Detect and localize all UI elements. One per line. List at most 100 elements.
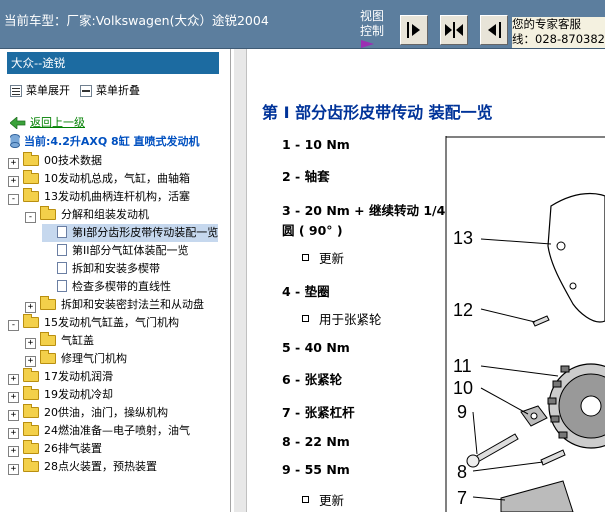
bolt-9-shape <box>472 433 519 464</box>
folder-icon <box>23 458 39 472</box>
tree-item-label: 15发动机气缸盖，气门机构 <box>44 316 179 329</box>
tree-item[interactable]: +17发动机润滑 <box>8 368 113 386</box>
expand-icon[interactable]: + <box>8 428 19 439</box>
part-item-label: 6 - 张紧轮 <box>282 372 343 387</box>
expand-icon[interactable]: + <box>8 446 19 457</box>
figure-callout: 9 <box>457 402 467 422</box>
collapse-tree-icon <box>80 85 92 97</box>
figure-callout: 11 <box>453 356 472 376</box>
part-item-continuation: 圆 ( 90° ) <box>282 223 343 238</box>
menu-collapse-button[interactable]: 菜单折叠 <box>80 82 140 98</box>
folder-icon <box>23 422 39 436</box>
figure-callout: 7 <box>457 488 467 508</box>
tree-item-label: 26排气装置 <box>44 442 102 455</box>
folder-icon <box>23 152 39 166</box>
collapse-icon[interactable]: - <box>8 194 19 205</box>
tree-item[interactable]: +20供油，油门，操纵机构 <box>8 404 168 422</box>
tree-item[interactable]: - 15发动机气缸盖，气门机构 <box>8 314 179 332</box>
contact-line-2: 线：028-8703825 <box>512 32 605 46</box>
top-bar: 当前车型：厂家:Volkswagen(大众）途锐2004 视图控制 您的专家客服… <box>0 0 605 49</box>
back-arrow-icon <box>9 116 26 130</box>
part-item-label: 5 - 40 Nm <box>282 340 350 355</box>
expand-icon[interactable]: + <box>8 176 19 187</box>
part-item-note-label: 更新 <box>319 251 345 266</box>
figure-callout: 10 <box>453 378 473 398</box>
part-item-note-label: 用于张紧轮 <box>319 312 382 327</box>
tree-item[interactable]: 检查多楔带的直线性 <box>42 278 171 296</box>
current-model: 当前:4.2升AXQ 8缸 直喷式发动机 <box>10 133 200 149</box>
tree-item-label: 00技术数据 <box>44 154 102 167</box>
part-item: 2 - 轴套 <box>282 166 330 185</box>
timing-cover-shape <box>547 192 605 323</box>
tree-item[interactable]: + 气缸盖 <box>25 332 94 350</box>
tree-item-label: 拆卸和安装多楔带 <box>72 262 160 275</box>
split-view-button[interactable] <box>440 15 468 45</box>
tree-item[interactable]: +10发动机总成，气缸，曲轴箱 <box>8 170 190 188</box>
part-item: 5 - 40 Nm <box>282 340 350 355</box>
current-model-label: 当前:4.2升AXQ 8缸 直喷式发动机 <box>24 135 200 148</box>
document-icon <box>57 226 67 238</box>
tree-item[interactable]: +28点火装置，预热装置 <box>8 458 157 476</box>
part-item: 8 - 22 Nm <box>282 434 350 449</box>
folder-icon <box>23 314 39 328</box>
part-item-label: 1 - 10 Nm <box>282 137 350 152</box>
tree-item[interactable]: - 13发动机曲柄连杆机构，活塞 <box>8 188 190 206</box>
collapse-icon[interactable]: - <box>8 320 19 331</box>
tree-item[interactable]: 第I部分齿形皮带传动装配一览 <box>42 224 219 242</box>
tree-item-label: 分解和组装发动机 <box>61 208 149 221</box>
tree-item[interactable]: + 拆卸和安装密封法兰和从动盘 <box>25 296 204 314</box>
part-item-note: 更新 <box>302 248 344 267</box>
part-item-label: 4 - 垫圈 <box>282 284 330 299</box>
tree-item[interactable]: +00技术数据 <box>8 152 102 170</box>
tree-item[interactable]: 第II部分气缸体装配一览 <box>42 242 189 260</box>
expand-icon[interactable]: + <box>8 158 19 169</box>
tree-item[interactable]: +24燃油准备—电子喷射，油气 <box>8 422 190 440</box>
database-icon <box>10 134 20 148</box>
collapse-icon[interactable]: - <box>25 212 36 223</box>
content-margin <box>234 49 247 512</box>
tree-item-label: 19发动机冷却 <box>44 388 113 401</box>
page-title: 第 I 部分齿形皮带传动 装配一览 <box>262 103 493 122</box>
expand-icon[interactable]: + <box>25 302 36 313</box>
folder-icon <box>23 440 39 454</box>
expand-icon[interactable]: + <box>8 410 19 421</box>
figure-callout: 12 <box>453 300 473 320</box>
tree-item-label: 24燃油准备—电子喷射，油气 <box>44 424 190 437</box>
expand-icon[interactable]: + <box>8 392 19 403</box>
back-link[interactable]: 返回上一级 <box>9 114 85 130</box>
tensioner-7-shape <box>500 480 574 512</box>
tree-item[interactable]: +19发动机冷却 <box>8 386 113 404</box>
tree-item[interactable]: +26排气装置 <box>8 440 102 458</box>
tree-item[interactable]: - 分解和组装发动机 <box>25 206 149 224</box>
show-menu-button[interactable] <box>480 15 508 45</box>
expand-icon[interactable]: + <box>25 356 36 367</box>
folder-icon <box>23 386 39 400</box>
show-content-button[interactable] <box>400 15 428 45</box>
expand-icon[interactable]: + <box>8 464 19 475</box>
bullet-icon <box>302 254 309 261</box>
document-icon <box>57 262 67 274</box>
tree-item[interactable]: 拆卸和安装多楔带 <box>42 260 160 278</box>
tree-item-label: 第II部分气缸体装配一览 <box>72 244 189 257</box>
split-arrows-icon <box>445 22 463 38</box>
menu-expand-button[interactable]: 菜单展开 <box>10 82 70 98</box>
view-control-label: 视图控制 <box>360 9 385 38</box>
menu-collapse-label: 菜单折叠 <box>96 84 140 97</box>
tree-item-label: 17发动机润滑 <box>44 370 113 383</box>
part-item: 3 - 20 Nm + 继续转动 1/4 <box>282 200 445 219</box>
tree-item[interactable]: + 修理气门机构 <box>25 350 127 368</box>
part-item-note: 用于张紧轮 <box>302 309 382 328</box>
expand-icon[interactable]: + <box>25 338 36 349</box>
expand-icon[interactable]: + <box>8 374 19 385</box>
assembly-diagram: 13 12 1110 9 8 7 <box>445 136 605 512</box>
part-item: 9 - 55 Nm <box>282 462 350 477</box>
menu-expand-label: 菜单展开 <box>26 84 70 97</box>
arrow-right-bar-icon <box>407 22 420 38</box>
part-item: 7 - 张紧杠杆 <box>282 402 355 421</box>
part-item-label: 9 - 55 Nm <box>282 462 350 477</box>
back-link-label: 返回上一级 <box>30 116 85 129</box>
part-item-label: 3 - 20 Nm + 继续转动 1/4 <box>282 203 446 218</box>
folder-icon <box>23 170 39 184</box>
part-item: 1 - 10 Nm <box>282 137 350 152</box>
part-item-note-label: 更新 <box>319 493 345 508</box>
